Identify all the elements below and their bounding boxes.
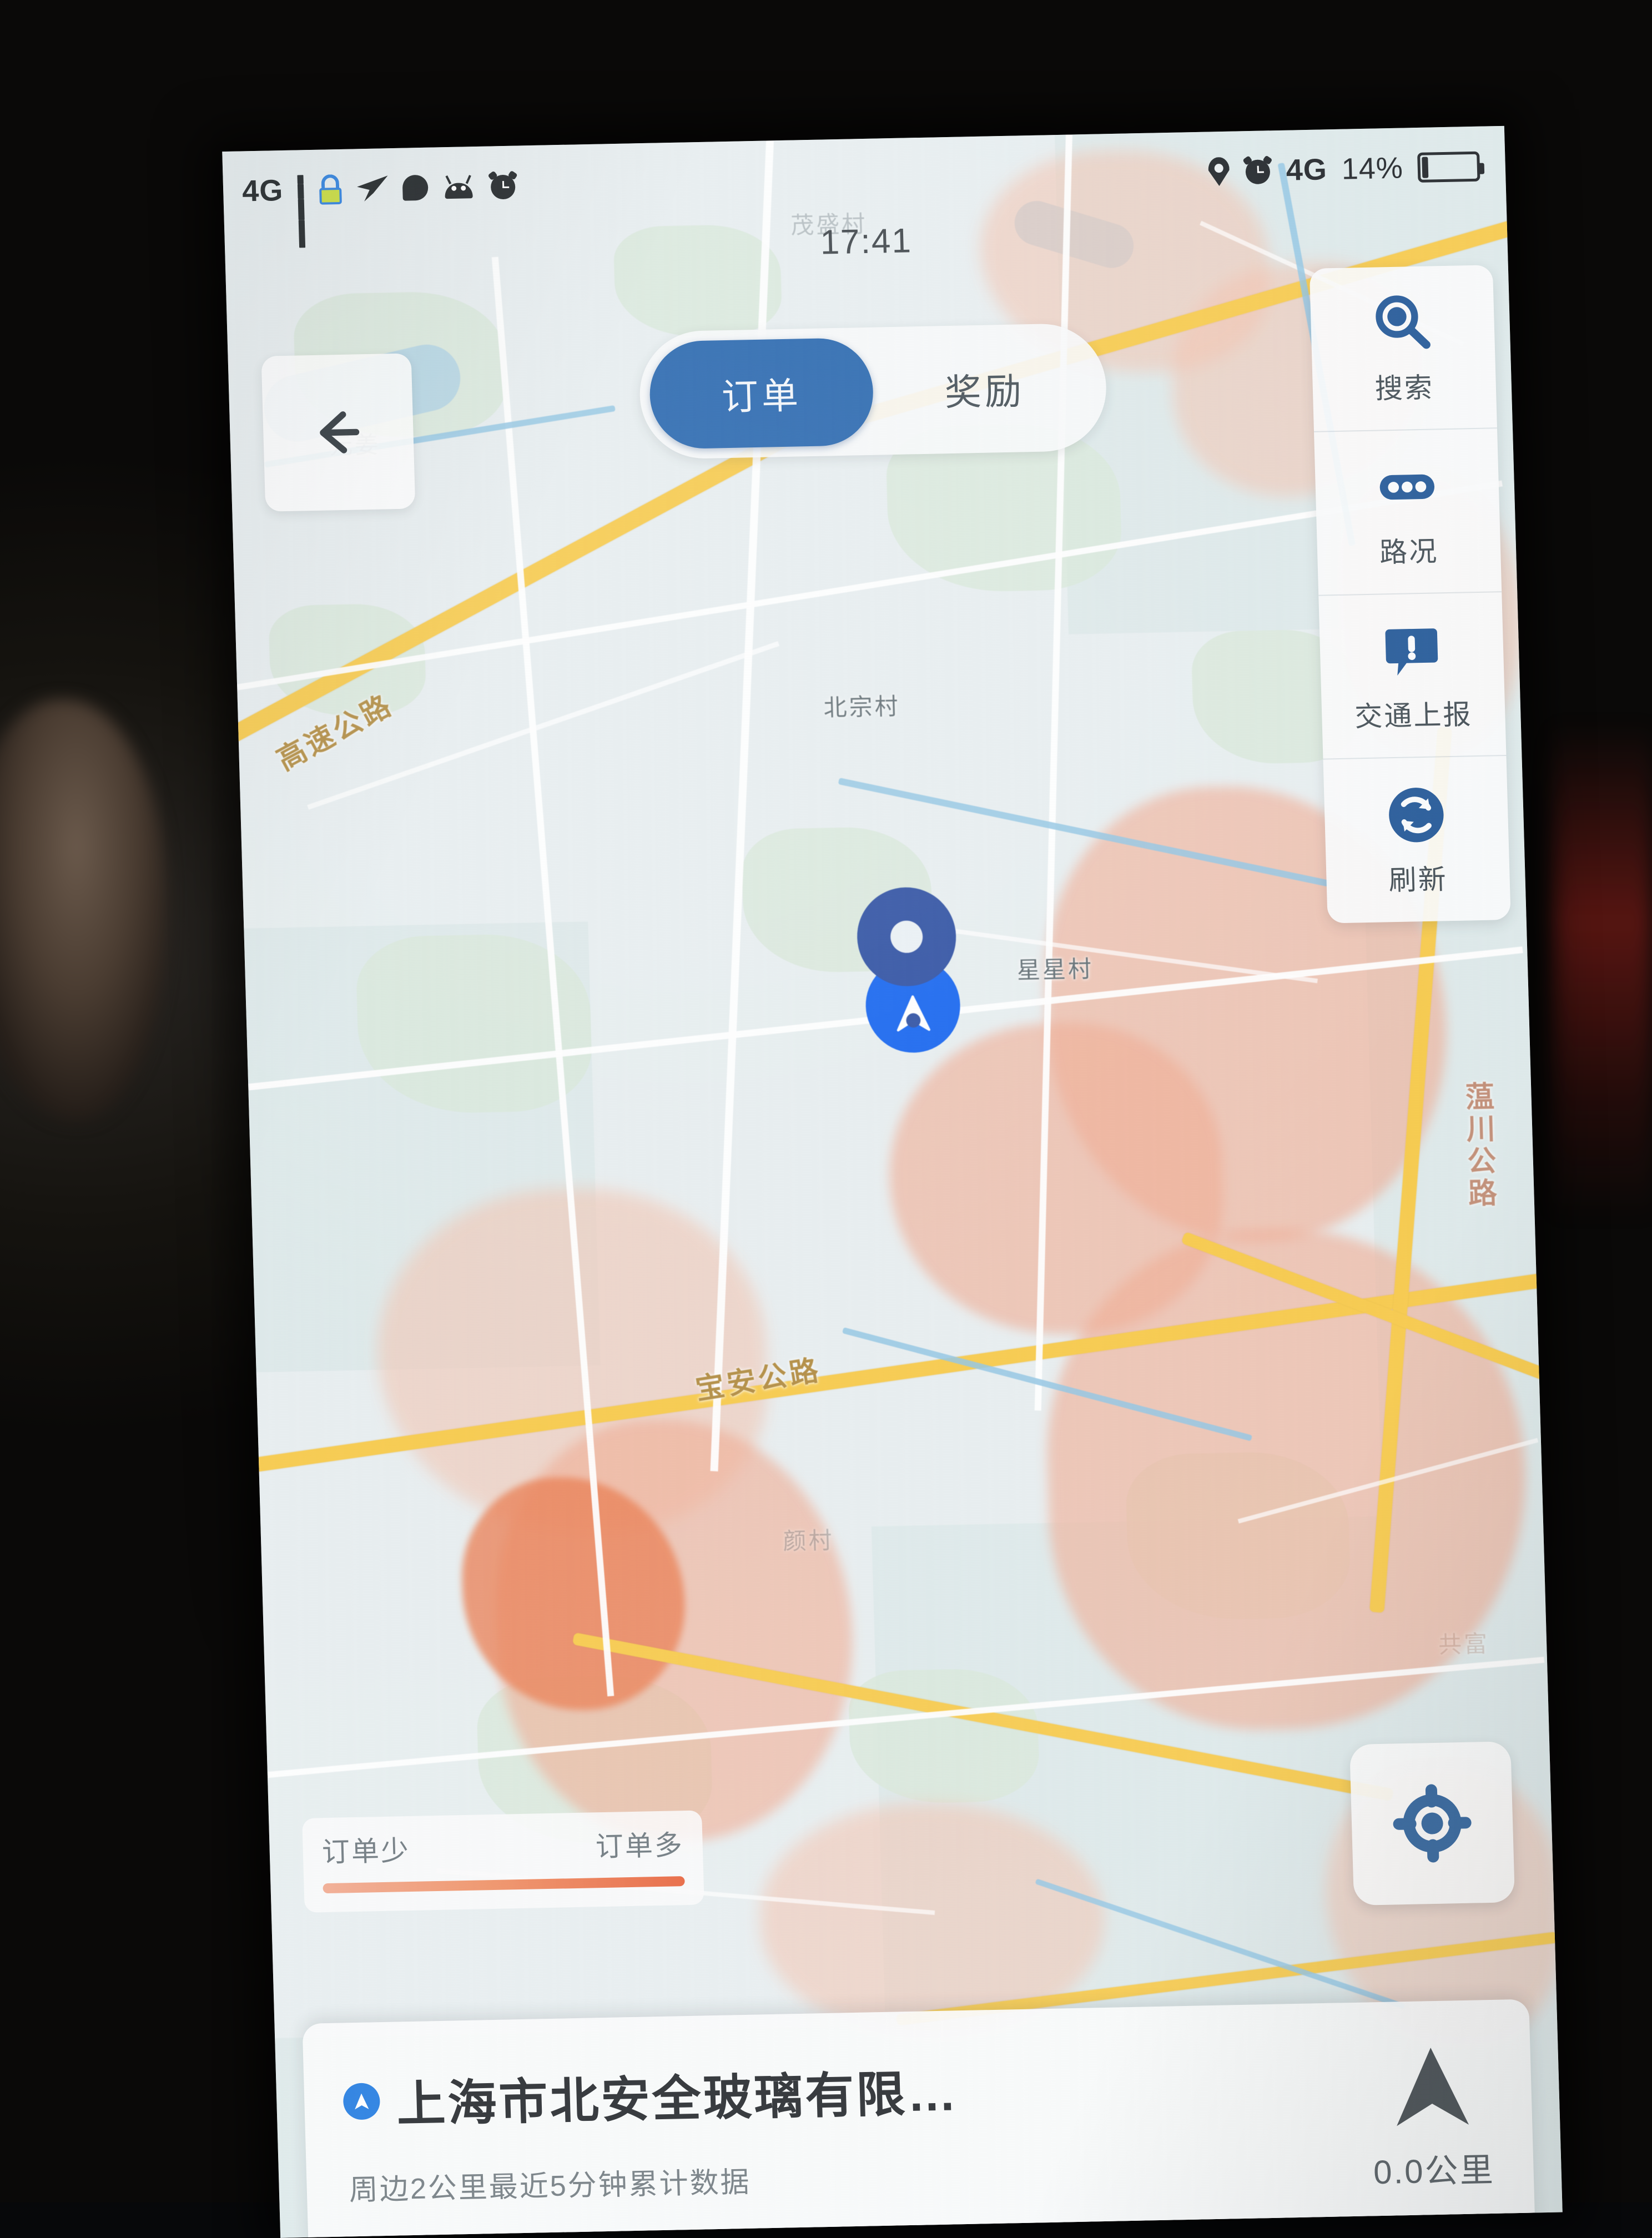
tab-switch[interactable]: 订单 奖励: [638, 322, 1108, 460]
network-type-right: 4G: [1286, 152, 1328, 187]
tab-rewards[interactable]: 奖励: [872, 333, 1097, 445]
alarm-icon: [488, 172, 517, 200]
map-toolbar: 搜索 路况 交通上报: [1309, 265, 1511, 923]
navigation-marker-icon: [343, 2083, 380, 2120]
legend-gradient-bar: [323, 1876, 684, 1893]
toolbar-item-refresh[interactable]: 刷新: [1323, 756, 1511, 924]
android-icon: [442, 175, 475, 199]
battery-percent: 14%: [1341, 150, 1404, 186]
poi-title: 上海市北安全玻璃有限…: [396, 2054, 959, 2135]
map-label-place: 颜村: [783, 1522, 835, 1557]
send-icon: [357, 175, 389, 201]
navigation-arrow-icon[interactable]: [1394, 2047, 1469, 2126]
toolbar-item-traffic[interactable]: 路况: [1314, 429, 1502, 596]
toolbar-item-report[interactable]: 交通上报: [1318, 592, 1506, 760]
poi-subtitle: 周边2公里最近5分钟累计数据: [349, 2146, 1352, 2208]
poi-info-card[interactable]: 上海市北安全玻璃有限… 周边2公里最近5分钟累计数据 0.0公里: [302, 1999, 1535, 2238]
locate-me-button[interactable]: [1349, 1741, 1515, 1906]
network-type-left: 4G: [241, 173, 284, 208]
back-arrow-icon: [307, 401, 370, 463]
toolbar-item-search[interactable]: 搜索: [1309, 265, 1497, 432]
order-density-legend: 订单少 订单多: [302, 1810, 704, 1912]
toolbar-label-search: 搜索: [1374, 365, 1434, 406]
back-button[interactable]: [261, 353, 416, 511]
lock-icon: [318, 174, 343, 205]
map-label-place: 星星村: [1016, 950, 1094, 986]
traffic-dots-icon: [1373, 453, 1441, 520]
map-label-place: 共富: [1438, 1625, 1490, 1660]
refresh-icon: [1383, 782, 1450, 848]
search-icon: [1369, 290, 1436, 356]
legend-label-high: 订单多: [595, 1823, 684, 1864]
map-label-road: 蕰川公路: [1456, 1081, 1501, 1210]
alarm-clock-icon: [1243, 157, 1272, 185]
tab-orders[interactable]: 订单: [648, 337, 874, 450]
map-label-place: 北宗村: [823, 688, 901, 723]
bubble-icon: [402, 175, 429, 201]
crosshair-icon: [1389, 1781, 1475, 1866]
phone-screen: 茂盛村 元姜 北宗村 星星村 颜村 共富 高速公路 宝安公路 蕰川公路 4G: [222, 126, 1563, 2238]
report-alert-icon: [1378, 617, 1445, 684]
red-glow-reflection: [1552, 722, 1652, 1221]
toolbar-label-traffic: 路况: [1379, 529, 1439, 570]
toolbar-label-report: 交通上报: [1354, 692, 1473, 734]
location-pin-icon: [1208, 157, 1230, 186]
thumb-in-frame: [0, 699, 167, 1121]
legend-label-low: 订单少: [321, 1828, 411, 1870]
distance-value: 0.0公里: [1373, 2143, 1495, 2194]
signal-bars-icon: [298, 175, 305, 205]
toolbar-label-refresh: 刷新: [1388, 857, 1448, 898]
battery-icon: [1417, 152, 1480, 183]
